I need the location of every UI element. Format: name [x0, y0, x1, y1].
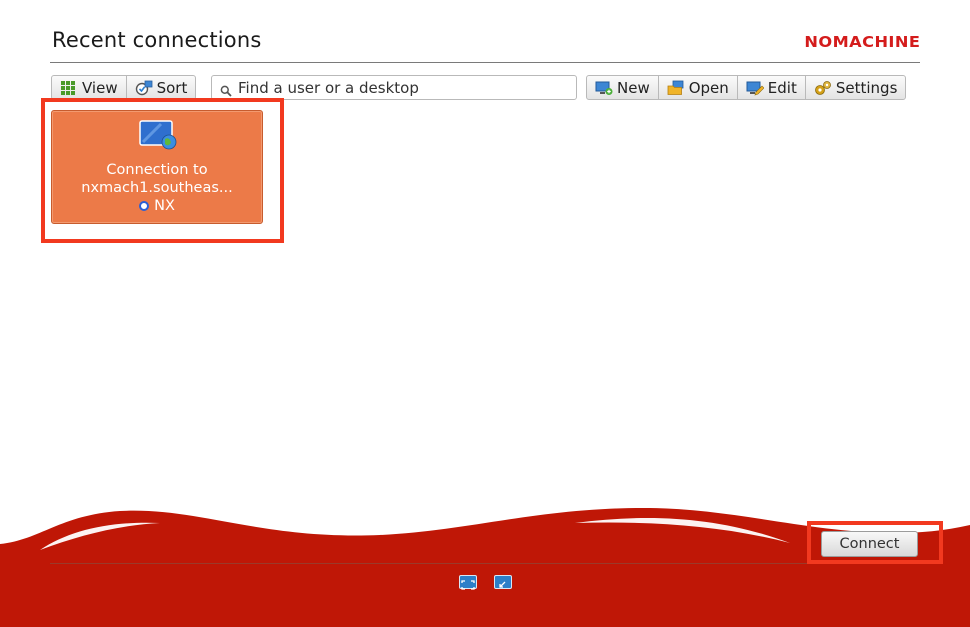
new-label: New: [617, 78, 650, 97]
grid-view-icon: [60, 80, 76, 96]
new-connection-icon: [595, 80, 613, 96]
edit-label: Edit: [767, 78, 797, 97]
search-icon: [220, 82, 232, 97]
protocol-status-icon: [139, 201, 150, 211]
edit-button[interactable]: Edit: [738, 76, 806, 99]
connect-button[interactable]: Connect: [821, 531, 918, 557]
open-folder-icon: [667, 80, 684, 96]
minimize-icon[interactable]: [494, 575, 512, 589]
view-button[interactable]: View: [52, 76, 127, 99]
tile-title-line1: Connection to: [106, 162, 208, 178]
settings-label: Settings: [835, 78, 898, 97]
sort-icon: [135, 80, 153, 96]
view-sort-group: View Sort: [51, 75, 197, 100]
footer-divider: [50, 563, 920, 564]
open-button[interactable]: Open: [659, 76, 738, 99]
remote-desktop-globe-icon: [139, 120, 177, 150]
search-box: [211, 75, 577, 100]
page-title: Recent connections: [52, 28, 262, 52]
sort-label: Sort: [156, 78, 188, 97]
search-input[interactable]: [238, 78, 558, 97]
nomachine-logo: NOMACHINE: [804, 33, 920, 51]
view-label: View: [82, 78, 118, 97]
nomachine-window: Recent connections NOMACHINE View Sort F…: [0, 0, 970, 627]
footer-wave: [0, 507, 970, 627]
protocol-label: NX: [154, 198, 175, 214]
sort-button[interactable]: Sort: [127, 76, 196, 99]
fullscreen-icon[interactable]: [459, 575, 477, 590]
tile-title-host: nxmach1.southeas...: [81, 180, 233, 196]
actions-group: New Open Edit Settings: [586, 75, 907, 100]
open-label: Open: [688, 78, 729, 97]
new-button[interactable]: New: [587, 76, 659, 99]
title-divider: [50, 62, 920, 63]
gears-icon: [814, 80, 831, 96]
connection-tile[interactable]: Connection to nxmach1.southeas... NX: [51, 110, 263, 224]
tile-protocol: NX: [52, 198, 262, 214]
settings-button[interactable]: Settings: [806, 76, 906, 99]
edit-icon: [746, 80, 765, 96]
